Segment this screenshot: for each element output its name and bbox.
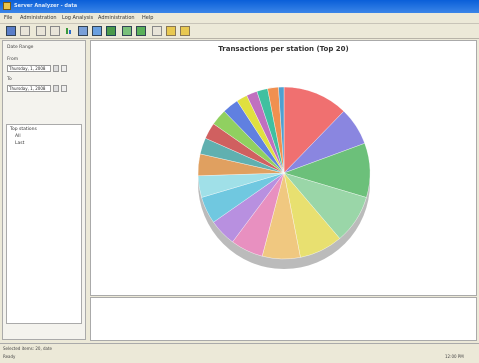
- chart-title: Transactions per station (Top 20): [218, 45, 349, 53]
- refresh-icon[interactable]: [50, 26, 60, 36]
- from-date-field[interactable]: Thursday, 1, 2008: [7, 65, 51, 72]
- filter-panel: Date Range From Thursday, 1, 2008 To Thu…: [2, 40, 86, 340]
- to-calendar-icon[interactable]: [61, 85, 67, 92]
- filter-icon[interactable]: [92, 26, 102, 36]
- stop-icon[interactable]: [136, 26, 146, 36]
- title-bar: Server Analyzer - data: [0, 0, 479, 13]
- to-spinner[interactable]: [53, 85, 59, 92]
- help-icon[interactable]: [180, 26, 190, 36]
- from-spinner[interactable]: [53, 65, 59, 72]
- from-label: From: [7, 57, 19, 62]
- status-bar: Selected items: 20, date Ready 12:00 PM: [0, 343, 479, 363]
- status-selection: Selected items: 20, date: [3, 346, 53, 351]
- run-icon[interactable]: [122, 26, 132, 36]
- tree-item-last[interactable]: Last: [15, 141, 24, 146]
- to-date-field[interactable]: Thursday, 1, 2008: [7, 85, 51, 92]
- menu-help[interactable]: Help: [142, 15, 153, 21]
- menu-log-analysis[interactable]: Log Analysis: [62, 15, 93, 21]
- menu-file[interactable]: File: [4, 15, 12, 21]
- window-title: Server Analyzer - data: [14, 3, 78, 9]
- import-icon[interactable]: [106, 26, 116, 36]
- station-tree[interactable]: Top stations All Last: [6, 124, 82, 324]
- settings-icon[interactable]: [152, 26, 162, 36]
- menu-bar: File Administration Log Analysis Adminis…: [0, 13, 479, 24]
- menu-administration-2[interactable]: Administration: [98, 15, 135, 21]
- menu-administration[interactable]: Administration: [20, 15, 57, 21]
- save-icon[interactable]: [20, 26, 30, 36]
- chart-legend: [90, 297, 477, 341]
- chart-panel: Transactions per station (Top 20): [90, 40, 477, 296]
- app-window: Server Analyzer - data File Administrati…: [0, 0, 479, 363]
- to-label: To: [7, 77, 12, 82]
- date-range-label: Date Range: [7, 45, 34, 50]
- export-icon[interactable]: [78, 26, 88, 36]
- chart-icon[interactable]: [64, 26, 74, 36]
- tree-root[interactable]: Top stations: [10, 127, 37, 132]
- app-icon: [3, 2, 11, 10]
- status-ready: Ready: [3, 354, 16, 359]
- open-icon[interactable]: [6, 26, 16, 36]
- from-calendar-icon[interactable]: [61, 65, 67, 72]
- print-icon[interactable]: [36, 26, 46, 36]
- pie-chart: [197, 86, 371, 269]
- tree-item-all[interactable]: All: [15, 134, 21, 139]
- status-clock: 12:00 PM: [445, 354, 464, 359]
- folder-icon[interactable]: [166, 26, 176, 36]
- toolbar: [0, 24, 479, 39]
